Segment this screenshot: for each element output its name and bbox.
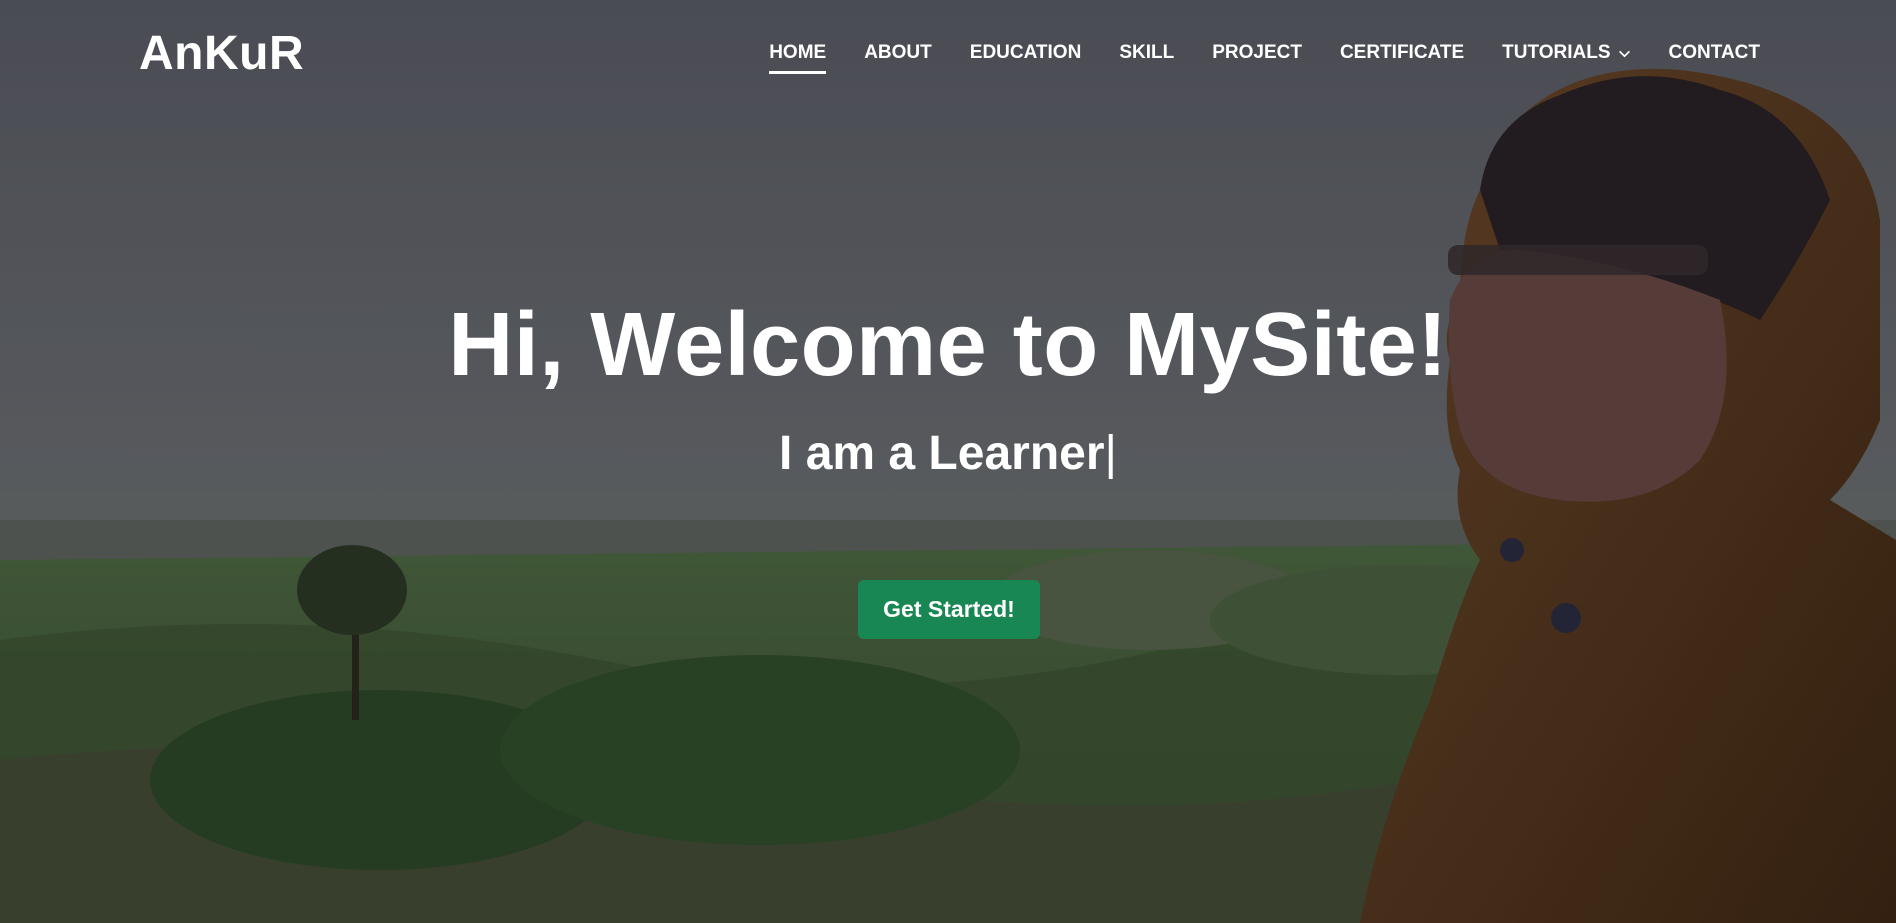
get-started-button[interactable]: Get Started! xyxy=(858,580,1040,639)
hero-section: Hi, Welcome to MySite! I am a Learner| xyxy=(0,290,1896,486)
nav-item-tutorials-label: TUTORIALS xyxy=(1502,42,1611,63)
nav-item-contact[interactable]: CONTACT xyxy=(1669,36,1760,70)
navbar: AnKuR HOME ABOUT EDUCATION SKILL PROJECT… xyxy=(0,0,1896,104)
nav-item-skill[interactable]: SKILL xyxy=(1119,36,1174,70)
typing-cursor: | xyxy=(1104,427,1117,480)
nav-item-about[interactable]: ABOUT xyxy=(864,36,932,70)
hero-subtitle: I am a Learner| xyxy=(0,422,1896,486)
chevron-down-icon xyxy=(1618,50,1630,57)
nav-item-education[interactable]: EDUCATION xyxy=(970,36,1082,70)
typed-text: I am a Learner xyxy=(779,427,1105,480)
nav-menu: HOME ABOUT EDUCATION SKILL PROJECT CERTI… xyxy=(769,36,1760,74)
nav-item-certificate[interactable]: CERTIFICATE xyxy=(1340,36,1464,70)
hero-title: Hi, Welcome to MySite! xyxy=(448,295,1448,395)
nav-item-home[interactable]: HOME xyxy=(769,36,827,74)
site-logo[interactable]: AnKuR xyxy=(139,24,304,84)
nav-item-project[interactable]: PROJECT xyxy=(1212,36,1302,70)
nav-item-tutorials[interactable]: TUTORIALS xyxy=(1502,36,1630,70)
